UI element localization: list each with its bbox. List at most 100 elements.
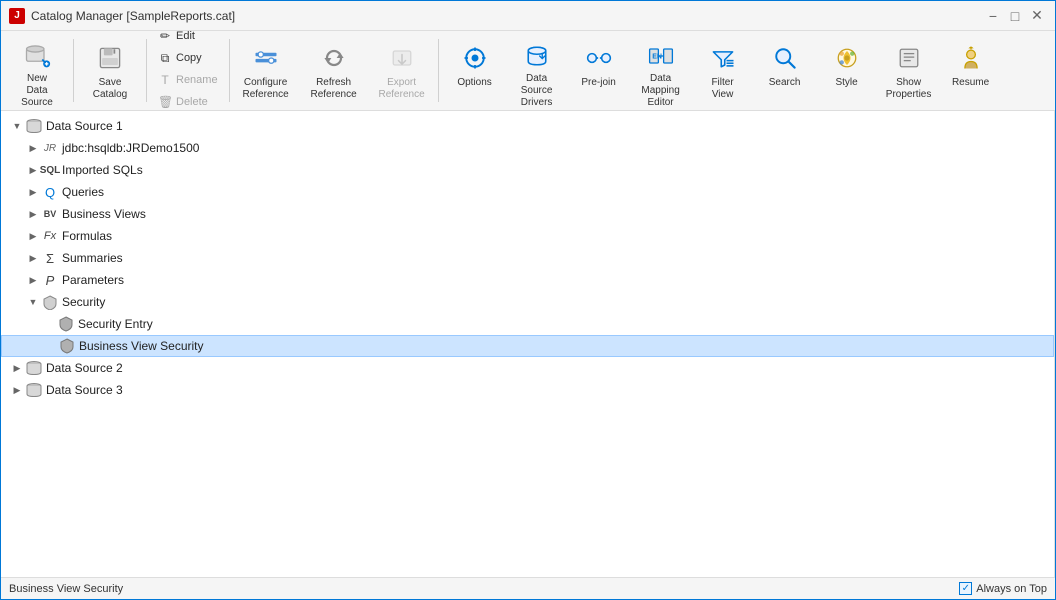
security-label: Security xyxy=(62,295,105,309)
tree-item-ds1-sql[interactable]: ▶ SQL Imported SQLs xyxy=(1,159,1054,181)
toolbar-group-refresh: RefreshReference xyxy=(300,35,368,106)
svg-text:EN: EN xyxy=(652,54,662,61)
bv-label: Business Views xyxy=(62,207,146,221)
configure-reference-button[interactable]: ConfigureReference xyxy=(236,37,296,105)
ds3-toggle[interactable]: ▶ xyxy=(9,382,25,398)
maximize-button[interactable]: □ xyxy=(1005,6,1025,26)
data-source-drivers-button[interactable]: Data SourceDrivers xyxy=(507,37,567,105)
edit-label: Edit xyxy=(176,30,195,42)
app-icon: J xyxy=(9,8,25,24)
tree-item-ds1-formulas[interactable]: ▶ Fx Formulas xyxy=(1,225,1054,247)
tree-item-ds1-params[interactable]: ▶ P Parameters xyxy=(1,269,1054,291)
save-icon xyxy=(94,42,126,74)
security-toggle[interactable]: ▼ xyxy=(25,294,41,310)
tree-item-security-entry[interactable]: Security Entry xyxy=(1,313,1054,335)
summaries-toggle[interactable]: ▶ xyxy=(25,250,41,266)
formulas-toggle[interactable]: ▶ xyxy=(25,228,41,244)
ds1-toggle[interactable]: ▼ xyxy=(9,118,25,134)
prejoin-icon xyxy=(583,42,615,74)
summaries-label: Summaries xyxy=(62,251,123,265)
sep3 xyxy=(229,39,230,102)
tree-panel: ▼ Data Source 1 ▶ JR jdbc:hsqldb:JRDemo1… xyxy=(1,111,1055,577)
filter-view-button[interactable]: FilterView xyxy=(693,37,753,105)
data-mapping-editor-button[interactable]: EN Data MappingEditor xyxy=(631,37,691,105)
params-toggle[interactable]: ▶ xyxy=(25,272,41,288)
new-ds-icon xyxy=(21,42,53,70)
ds2-label: Data Source 2 xyxy=(46,361,123,375)
tree-item-ds1-jdbc[interactable]: ▶ JR jdbc:hsqldb:JRDemo1500 xyxy=(1,137,1054,159)
datasource-icon xyxy=(25,117,43,135)
params-label: Parameters xyxy=(62,273,124,287)
sep1 xyxy=(73,39,74,102)
save-catalog-label: SaveCatalog xyxy=(93,77,127,101)
refresh-reference-button[interactable]: RefreshReference xyxy=(304,37,364,105)
copy-icon: ⧉ xyxy=(158,51,172,66)
always-on-top-container: ✓ Always on Top xyxy=(959,582,1047,595)
minimize-button[interactable]: − xyxy=(983,6,1003,26)
ds2-toggle[interactable]: ▶ xyxy=(9,360,25,376)
tree-item-ds2[interactable]: ▶ Data Source 2 xyxy=(1,357,1054,379)
toolbar-group-new: NewData Source xyxy=(3,35,71,106)
security-entry-label: Security Entry xyxy=(78,317,153,331)
status-text: Business View Security xyxy=(9,583,123,595)
save-catalog-button[interactable]: SaveCatalog xyxy=(80,37,140,105)
security-entry-icon xyxy=(57,315,75,333)
show-properties-button[interactable]: ShowProperties xyxy=(879,37,939,105)
export-icon xyxy=(386,42,418,74)
style-button[interactable]: Style xyxy=(817,37,877,105)
search-button[interactable]: Search xyxy=(755,37,815,105)
edit-button[interactable]: ✏ Edit xyxy=(151,26,225,46)
toolbar-group-export: ExportReference xyxy=(368,35,436,106)
param-icon: P xyxy=(41,271,59,289)
always-on-top-label: Always on Top xyxy=(976,583,1047,595)
main-content: ▼ Data Source 1 ▶ JR jdbc:hsqldb:JRDemo1… xyxy=(1,111,1055,577)
tree-item-bv-security[interactable]: Business View Security xyxy=(1,335,1054,357)
search-icon xyxy=(769,42,801,74)
bv-security-icon xyxy=(58,337,76,355)
rename-button[interactable]: T Rename xyxy=(151,70,225,90)
bv-icon: BV xyxy=(41,205,59,223)
dme-label: Data MappingEditor xyxy=(634,73,688,109)
tree-item-ds1-security[interactable]: ▼ Security xyxy=(1,291,1054,313)
bv-security-toggle xyxy=(42,338,58,354)
properties-icon xyxy=(893,42,925,74)
tree-item-ds1-queries[interactable]: ▶ Q Queries xyxy=(1,181,1054,203)
ds1-label: Data Source 1 xyxy=(46,119,123,133)
configure-reference-label: ConfigureReference xyxy=(243,77,289,101)
tree-item-ds1-summaries[interactable]: ▶ Σ Summaries xyxy=(1,247,1054,269)
pre-join-label: Pre-join xyxy=(581,77,615,89)
catalog-manager-window: J Catalog Manager [SampleReports.cat] − … xyxy=(0,0,1056,600)
security-icon xyxy=(41,293,59,311)
copy-button[interactable]: ⧉ Copy xyxy=(151,48,225,68)
jdbc-toggle[interactable]: ▶ xyxy=(25,140,41,156)
filter-icon xyxy=(707,42,739,74)
export-reference-button[interactable]: ExportReference xyxy=(372,37,432,105)
security-entry-toggle xyxy=(41,316,57,332)
sep2 xyxy=(146,39,147,102)
sql-icon: SQL xyxy=(41,161,59,179)
queries-icon: Q xyxy=(41,183,59,201)
datasource3-icon xyxy=(25,381,43,399)
jdbc-label: jdbc:hsqldb:JRDemo1500 xyxy=(62,141,199,155)
tree-item-ds3[interactable]: ▶ Data Source 3 xyxy=(1,379,1054,401)
options-button[interactable]: Options xyxy=(445,37,505,105)
rename-icon: T xyxy=(158,73,172,87)
resume-button[interactable]: Resume xyxy=(941,37,1001,105)
export-reference-label: ExportReference xyxy=(379,77,425,101)
configure-icon xyxy=(250,42,282,74)
pre-join-button[interactable]: Pre-join xyxy=(569,37,629,105)
show-properties-label: ShowProperties xyxy=(886,77,932,101)
tree-item-ds1-bv[interactable]: ▶ BV Business Views xyxy=(1,203,1054,225)
style-icon xyxy=(831,42,863,74)
always-on-top-checkbox[interactable]: ✓ xyxy=(959,582,972,595)
style-label: Style xyxy=(835,77,857,89)
close-button[interactable]: ✕ xyxy=(1027,6,1047,26)
new-data-source-button[interactable]: NewData Source xyxy=(7,37,67,105)
sql-toggle[interactable]: ▶ xyxy=(25,162,41,178)
bv-toggle[interactable]: ▶ xyxy=(25,206,41,222)
delete-button[interactable]: 🗑 Delete xyxy=(151,92,225,112)
tree-item-ds1[interactable]: ▼ Data Source 1 xyxy=(1,115,1054,137)
queries-toggle[interactable]: ▶ xyxy=(25,184,41,200)
dme-icon: EN xyxy=(645,42,677,70)
refresh-icon xyxy=(318,42,350,74)
